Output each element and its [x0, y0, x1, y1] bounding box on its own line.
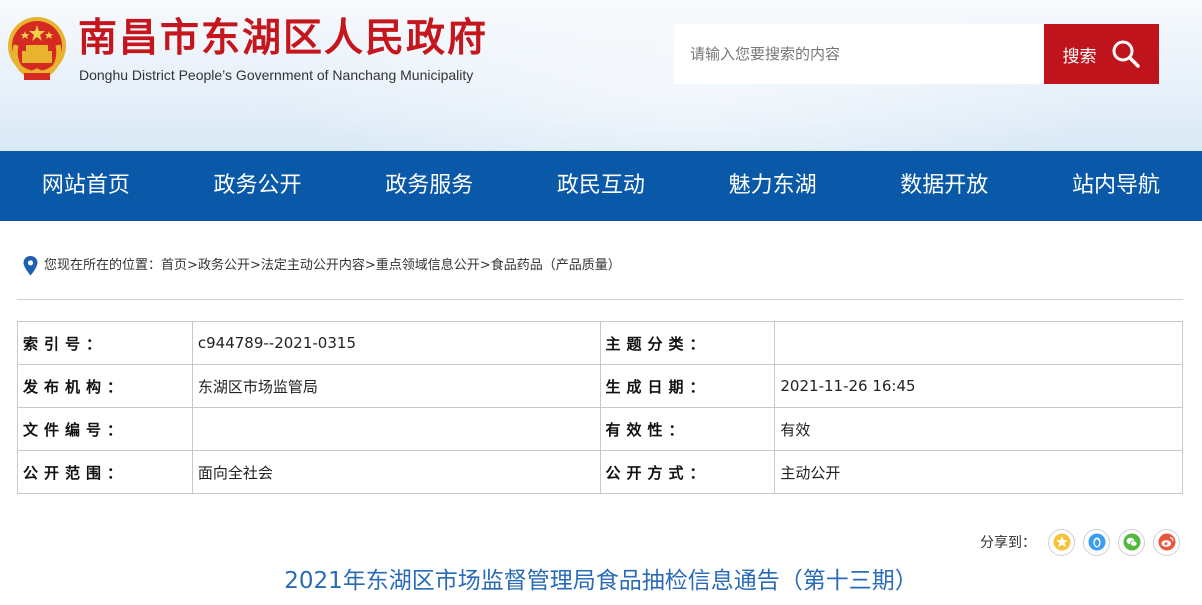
site-title[interactable]: 南昌市东湖区人民政府	[78, 14, 488, 64]
search-icon	[1112, 40, 1140, 68]
document-number-value	[191, 407, 601, 451]
search-button[interactable]: 搜索	[1044, 24, 1159, 84]
share-bar: 分享到：	[980, 528, 1180, 556]
disclosure-scope-label: 公开范围：	[17, 450, 193, 494]
created-date-value: 2021-11-26 16:45	[774, 364, 1183, 408]
index-number-value: c944789--2021-0315	[191, 321, 601, 365]
table-row: 索引号： c944789--2021-0315 主题分类：	[17, 321, 1183, 365]
wechat-icon[interactable]	[1118, 528, 1145, 556]
wechat-bubble-icon	[1123, 533, 1140, 551]
qq-icon[interactable]	[1083, 528, 1110, 556]
qzone-icon[interactable]	[1048, 528, 1075, 556]
breadcrumb-separator: >	[187, 258, 198, 273]
breadcrumb-separator: >	[479, 258, 491, 273]
share-label: 分享到：	[980, 535, 1036, 551]
table-row: 文件编号： 有效性： 有效	[17, 407, 1183, 451]
nav-item-site-nav[interactable]: 站内导航	[1030, 151, 1202, 221]
breadcrumb-food-drug[interactable]: 食品药品（产品质量）	[491, 258, 621, 273]
breadcrumb: 您现在所在的位置：首页>政务公开>法定主动公开内容>重点领域信息公开>食品药品（…	[17, 256, 1183, 300]
main-nav: 网站首页 政务公开 政务服务 政民互动 魅力东湖 数据开放 站内导航	[0, 151, 1202, 221]
document-number-label: 文件编号：	[17, 407, 193, 451]
search-button-label: 搜索	[1062, 46, 1097, 66]
site-header: 南昌市东湖区人民政府 Donghu District People’s Gove…	[0, 0, 1202, 151]
topic-category-label: 主题分类：	[599, 321, 776, 365]
national-emblem-icon	[8, 17, 66, 80]
index-number-label: 索引号：	[17, 321, 193, 365]
breadcrumb-home[interactable]: 首页	[161, 258, 187, 273]
nav-item-gov-services[interactable]: 政务服务	[343, 151, 515, 221]
table-row: 发布机构： 东湖区市场监管局 生成日期： 2021-11-26 16:45	[17, 364, 1183, 408]
qq-penguin-icon	[1088, 533, 1105, 551]
table-row: 公开范围： 面向全社会 公开方式： 主动公开	[17, 450, 1183, 494]
breadcrumb-separator: >	[364, 258, 376, 273]
breadcrumb-gov-affairs-open[interactable]: 政务公开	[198, 258, 250, 273]
disclosure-method-value: 主动公开	[774, 450, 1183, 494]
qzone-star-icon	[1053, 533, 1070, 551]
validity-value: 有效	[774, 407, 1183, 451]
breadcrumb-separator: >	[249, 258, 261, 273]
article-title: 2021年东湖区市场监督管理局食品抽检信息通告（第十三期）	[284, 568, 918, 594]
disclosure-method-label: 公开方式：	[599, 450, 776, 494]
search-input[interactable]	[674, 24, 1046, 84]
weibo-icon[interactable]	[1153, 528, 1180, 556]
breadcrumb-trail: 您现在所在的位置：首页>政务公开>法定主动公开内容>重点领域信息公开>食品药品（…	[44, 256, 621, 276]
nav-item-charm-donghu[interactable]: 魅力东湖	[687, 151, 859, 221]
validity-label: 有效性：	[599, 407, 776, 451]
location-pin-icon	[23, 256, 38, 276]
topic-category-value	[774, 321, 1183, 365]
breadcrumb-statutory-content[interactable]: 法定主动公开内容	[261, 258, 365, 273]
nav-item-gov-affairs-open[interactable]: 政务公开	[172, 151, 344, 221]
breadcrumb-key-areas[interactable]: 重点领域信息公开	[376, 258, 480, 273]
weibo-eye-icon	[1158, 533, 1175, 551]
document-info-table: 索引号： c944789--2021-0315 主题分类： 发布机构： 东湖区市…	[17, 321, 1183, 494]
nav-item-interaction[interactable]: 政民互动	[515, 151, 687, 221]
nav-item-open-data[interactable]: 数据开放	[858, 151, 1030, 221]
publisher-value: 东湖区市场监管局	[191, 364, 601, 408]
created-date-label: 生成日期：	[599, 364, 776, 408]
breadcrumb-prefix: 您现在所在的位置：	[44, 258, 162, 273]
publisher-label: 发布机构：	[17, 364, 193, 408]
nav-item-home[interactable]: 网站首页	[0, 151, 172, 221]
disclosure-scope-value: 面向全社会	[191, 450, 601, 494]
site-subtitle: Donghu District People’s Government of N…	[79, 67, 474, 83]
